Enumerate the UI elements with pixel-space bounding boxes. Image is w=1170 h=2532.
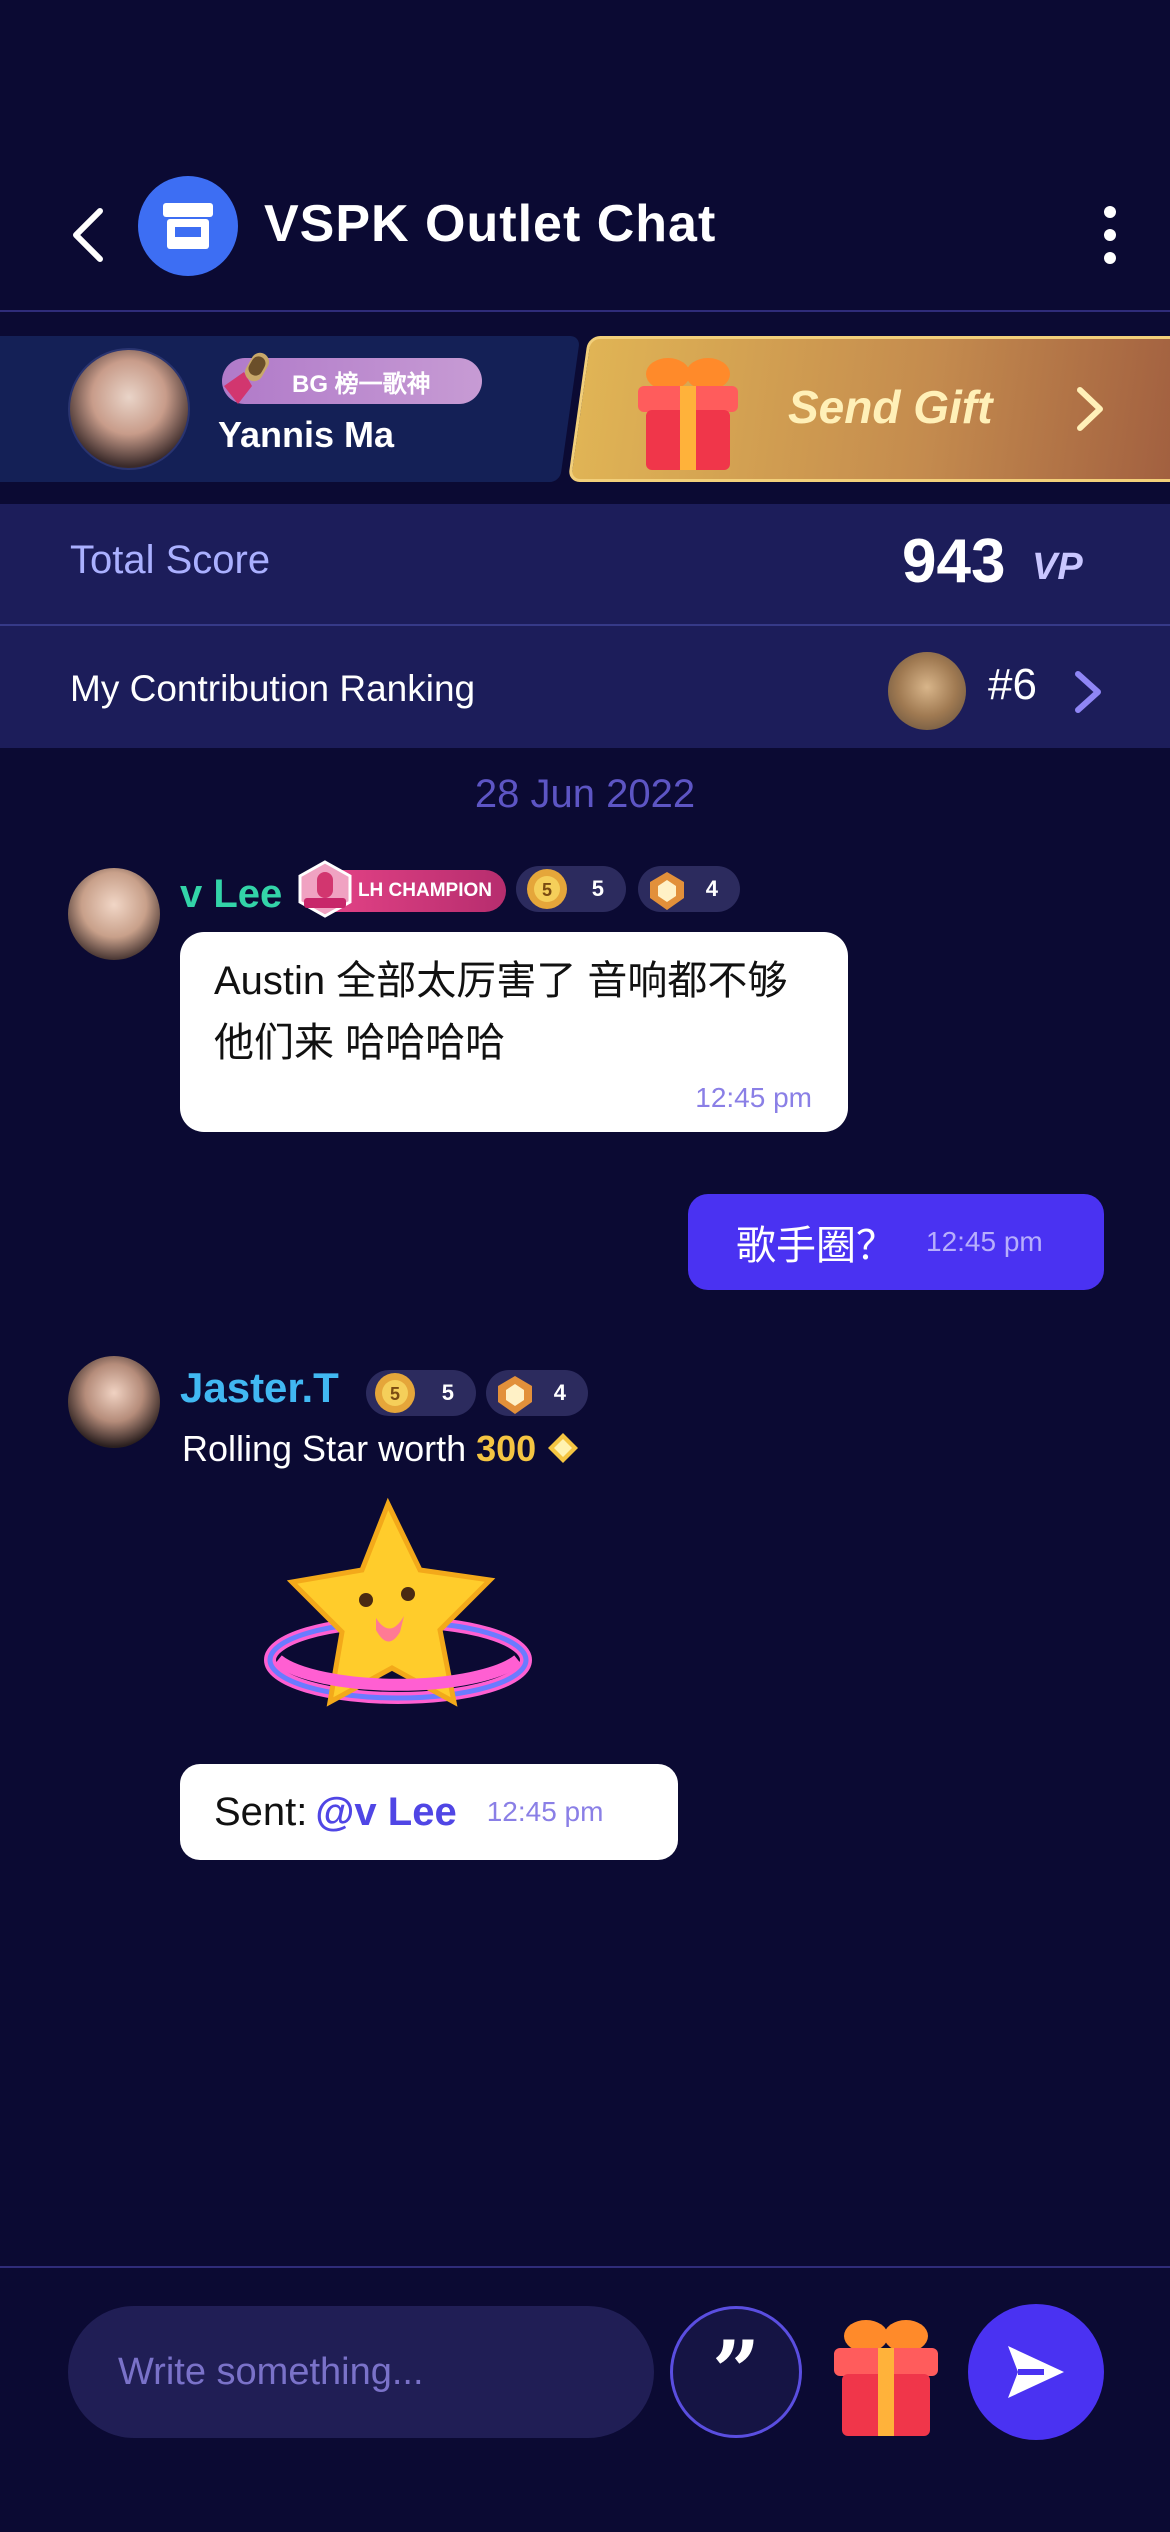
gift-box-icon[interactable]	[820, 2310, 950, 2442]
chevron-right-icon	[1075, 671, 1101, 713]
send-gift-label: Send Gift	[788, 381, 993, 433]
gift-description-prefix: Rolling Star worth	[182, 1428, 467, 1469]
message-time: 12:45 pm	[926, 1226, 1043, 1257]
microphone-icon	[224, 352, 269, 404]
more-options-button[interactable]	[1090, 200, 1130, 270]
rank-value: 4	[705, 876, 718, 901]
level-sun-icon: 5	[527, 869, 567, 909]
message-input[interactable]	[68, 2306, 654, 2438]
composer-divider	[0, 2266, 1170, 2268]
send-button[interactable]	[968, 2304, 1104, 2440]
ranking-avatar	[888, 652, 966, 730]
message-text: 歌手圈？	[736, 1224, 896, 1268]
date-separator: 28 Jun 2022	[474, 772, 696, 816]
avatar[interactable]	[68, 1356, 160, 1448]
level-value: 5	[441, 1380, 454, 1405]
host-avatar[interactable]	[68, 348, 190, 470]
back-chevron-icon	[73, 208, 103, 262]
mention-link[interactable]: @v Lee	[315, 1790, 456, 1835]
header-divider	[0, 310, 1170, 312]
total-score-value: 943	[902, 527, 1006, 596]
contribution-ranking-label: My Contribution Ranking	[70, 668, 476, 709]
host-name: Yannis Ma	[218, 414, 395, 455]
back-button[interactable]	[60, 195, 116, 275]
message-bubble[interactable]: Austin 全部太厉害了 音响都不够他们来 哈哈哈哈 12:45 pm	[180, 932, 848, 1132]
avatar[interactable]	[68, 868, 160, 960]
more-vertical-icon	[1104, 206, 1116, 218]
chevron-right-icon	[1077, 387, 1103, 431]
gift-amount: 300	[476, 1428, 537, 1469]
message-time: 12:45 pm	[486, 1796, 604, 1827]
ranking-value: #6	[988, 660, 1037, 709]
send-icon	[1008, 2346, 1064, 2398]
rolling-star-sticker[interactable]	[258, 1490, 538, 1750]
sender-name[interactable]: v Lee	[180, 872, 282, 917]
rank-shield-icon	[498, 1376, 532, 1414]
own-message-bubble[interactable]: 歌手圈？ 12:45 pm	[688, 1194, 1104, 1290]
quote-icon: ”	[711, 2322, 761, 2421]
store-avatar[interactable]	[138, 176, 238, 276]
svg-text:5: 5	[542, 880, 552, 900]
diamond-icon	[548, 1433, 579, 1463]
chat-title: VSPK Outlet Chat	[264, 195, 717, 253]
level-value: 5	[591, 876, 604, 901]
svg-text:5: 5	[390, 1384, 400, 1404]
message-text: Austin 全部太厉害了 音响都不够他们来 哈哈哈哈	[214, 959, 788, 1065]
message-time: 12:45 pm	[695, 1082, 812, 1113]
chat-header: VSPK Outlet Chat	[0, 160, 1170, 310]
store-icon	[163, 203, 213, 249]
total-score-label: Total Score	[70, 538, 271, 582]
gift-sent-bubble[interactable]: Sent: @v Lee 12:45 pm	[180, 1764, 678, 1860]
gift-box-icon	[638, 358, 738, 470]
vp-unit-label: VP	[1032, 546, 1083, 588]
gift-description: Rolling Star worth 300	[182, 1428, 580, 1470]
champion-mic-icon	[298, 860, 352, 918]
level-sun-icon: 5	[375, 1373, 415, 1413]
sent-prefix: Sent:	[214, 1789, 308, 1834]
rank-value: 4	[553, 1380, 566, 1405]
sender-name[interactable]: Jaster.T	[180, 1364, 339, 1412]
quote-button[interactable]: ”	[670, 2306, 802, 2438]
rank-shield-icon	[650, 872, 684, 910]
